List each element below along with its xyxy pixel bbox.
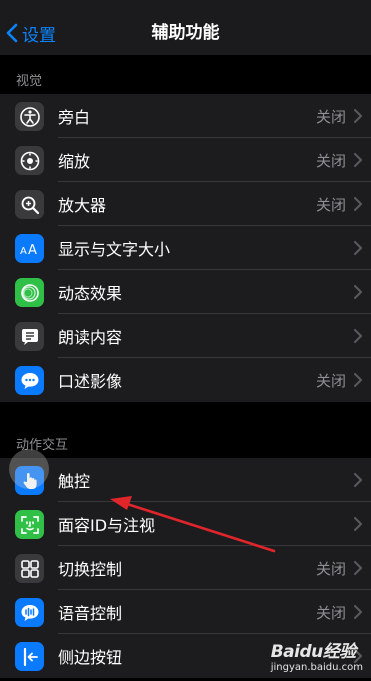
row-label: 显示与文字大小 bbox=[58, 240, 171, 259]
chevron-right-icon bbox=[354, 241, 362, 255]
zoom-icon bbox=[15, 146, 44, 175]
row-magnifier[interactable]: 放大器 关闭 bbox=[0, 182, 371, 226]
page-title: 辅助功能 bbox=[151, 23, 220, 43]
switch-control-icon bbox=[15, 554, 44, 583]
magnifier-icon bbox=[15, 190, 44, 219]
row-label: 动态效果 bbox=[58, 284, 123, 303]
row-motion[interactable]: 动态效果 bbox=[0, 270, 371, 314]
row-label: 切换控制 bbox=[58, 560, 123, 579]
voice-control-icon bbox=[15, 598, 44, 627]
row-label: 侧边按钮 bbox=[58, 648, 123, 667]
row-spoken-content[interactable]: 朗读内容 bbox=[0, 314, 371, 358]
row-label: 旁白 bbox=[58, 108, 91, 127]
section-header-vision: 视觉 bbox=[16, 74, 43, 89]
row-value: 关闭 bbox=[315, 151, 346, 170]
chevron-right-icon bbox=[354, 197, 362, 211]
navigation-bar: 设置 辅助功能 bbox=[0, 0, 371, 55]
row-voiceover[interactable]: 旁白 关闭 bbox=[0, 94, 371, 138]
row-value: 关闭 bbox=[315, 195, 346, 214]
svg-text:A: A bbox=[28, 243, 37, 258]
svg-text:A: A bbox=[20, 246, 27, 257]
row-zoom[interactable]: 缩放 关闭 bbox=[0, 138, 371, 182]
spoken-content-icon bbox=[15, 322, 44, 351]
row-label: 面容ID与注视 bbox=[58, 516, 156, 535]
row-display-text-size[interactable]: AA 显示与文字大小 bbox=[0, 226, 371, 270]
chevron-right-icon bbox=[354, 285, 362, 299]
watermark-brand: Baidu经验 bbox=[270, 642, 357, 662]
row-value: 关闭 bbox=[315, 371, 346, 390]
row-switch-control[interactable]: 切换控制 关闭 bbox=[0, 546, 371, 590]
row-label: 触控 bbox=[58, 472, 91, 491]
row-touch[interactable]: 触控 bbox=[0, 458, 371, 502]
chevron-right-icon bbox=[354, 561, 362, 575]
voiceover-icon bbox=[15, 102, 44, 131]
chevron-right-icon bbox=[354, 109, 362, 123]
row-face-id-attention[interactable]: 面容ID与注视 bbox=[0, 502, 371, 546]
row-label: 朗读内容 bbox=[58, 328, 123, 347]
row-label: 语音控制 bbox=[58, 604, 123, 623]
row-voice-control[interactable]: 语音控制 关闭 bbox=[0, 590, 371, 634]
row-label: 缩放 bbox=[58, 152, 91, 171]
chevron-right-icon bbox=[354, 153, 362, 167]
side-button-icon bbox=[15, 642, 44, 671]
chevron-right-icon bbox=[354, 373, 362, 387]
chevron-right-icon bbox=[354, 605, 362, 619]
chevron-right-icon bbox=[354, 473, 362, 487]
text-size-icon: AA bbox=[15, 234, 44, 263]
row-value: 关闭 bbox=[315, 603, 346, 622]
vision-group: 旁白 关闭 缩放 关闭 放大器 关闭 AA 显示与文字大小 动态效果 朗读内容 … bbox=[0, 94, 371, 402]
motion-icon bbox=[15, 278, 44, 307]
row-audio-descriptions[interactable]: 口述影像 关闭 bbox=[0, 358, 371, 402]
watermark-url: jingyan.baidu.com bbox=[270, 662, 363, 673]
chevron-right-icon bbox=[354, 517, 362, 531]
row-value: 关闭 bbox=[315, 107, 346, 126]
row-value: 关闭 bbox=[315, 559, 346, 578]
row-label: 放大器 bbox=[58, 196, 107, 215]
row-label: 口述影像 bbox=[58, 372, 123, 391]
audio-description-icon bbox=[15, 366, 44, 395]
chevron-right-icon bbox=[354, 329, 362, 343]
watermark: Baidu经验 jingyan.baidu.com bbox=[271, 637, 363, 673]
face-id-icon bbox=[15, 510, 44, 539]
touch-indicator bbox=[9, 449, 49, 489]
